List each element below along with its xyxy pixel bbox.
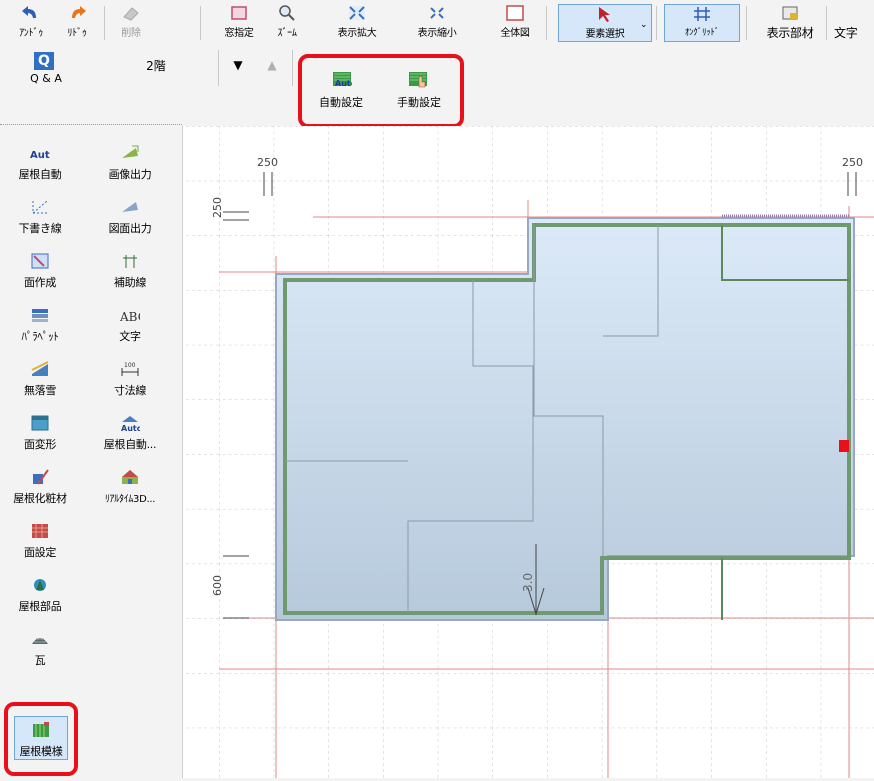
shrink-icon <box>426 4 448 22</box>
sidebar-item-drawing-output[interactable]: 図面出力 <box>90 192 170 242</box>
no-snow-icon <box>30 360 50 378</box>
main-toolbar: ｱﾝﾄﾞｩ ﾘﾄﾞｩ 削除 窓指定 ｽﾞｰﾑ 表示拡大 表示縮小 全体図 要素選… <box>0 0 874 44</box>
dimension-label-left-bottom: 600 <box>211 575 224 596</box>
zoom-button[interactable]: ｽﾞｰﾑ <box>264 4 310 42</box>
sidebar-item-face-setting[interactable]: 面設定 <box>0 516 80 566</box>
arrow-cursor-icon <box>594 5 616 23</box>
separator <box>218 50 219 86</box>
zoom-in-button[interactable]: 表示拡大 <box>334 4 380 42</box>
house-3d-icon <box>120 468 140 486</box>
sidebar-item-tile[interactable]: 瓦 <box>0 624 80 674</box>
tile-icon <box>30 630 50 648</box>
undo-button[interactable]: ｱﾝﾄﾞｩ <box>8 4 54 42</box>
draft-line-icon <box>30 198 50 216</box>
parapet-icon <box>30 306 50 324</box>
display-members-icon <box>779 4 801 22</box>
full-view-button[interactable]: 全体図 <box>492 4 538 42</box>
sidebar-item-face-deform[interactable]: 面変形 <box>0 408 80 458</box>
expand-icon <box>346 4 368 22</box>
highlight-box <box>4 702 78 776</box>
sidebar-item-roof-trim[interactable]: 屋根化粧材 <box>0 462 80 512</box>
sidebar-item-realtime-3d[interactable]: ﾘｱﾙﾀｲﾑ3D... <box>90 462 170 512</box>
abc-text-icon: ABC <box>119 306 147 324</box>
separator <box>826 6 827 40</box>
sidebar-item-image-output[interactable]: 画像出力 <box>90 138 170 188</box>
aux-line-icon <box>120 252 140 270</box>
full-view-icon <box>504 4 526 22</box>
drawing-output-icon <box>120 198 140 216</box>
sidebar-item-draft-line[interactable]: 下書き線 <box>0 192 80 242</box>
redo-icon <box>66 4 88 22</box>
face-create-icon <box>30 252 50 270</box>
text-icon <box>843 4 865 22</box>
eraser-icon <box>120 4 142 22</box>
magnifier-icon <box>276 4 298 22</box>
roof-parts-icon <box>30 576 50 594</box>
face-setting-icon <box>30 522 50 540</box>
grid-icon <box>691 5 713 23</box>
element-select-dropdown-icon[interactable]: ⌄ <box>640 20 648 30</box>
svg-text:100: 100 <box>124 362 136 369</box>
separator <box>292 50 293 86</box>
svg-text:ABC: ABC <box>120 310 140 324</box>
roof-auto-house-icon: Auto <box>120 414 143 433</box>
highlight-box <box>298 54 464 128</box>
dimension-line-icon: 100 <box>120 360 140 378</box>
element-select-button[interactable]: 要素選択 <box>558 4 652 42</box>
sidebar-item-text[interactable]: ABC 文字 <box>90 300 170 350</box>
sidebar-item-roof-auto[interactable]: Auto 屋根自動 <box>0 138 80 188</box>
qa-button[interactable]: Q Q & A <box>14 48 78 90</box>
roof-auto-icon: Auto <box>30 144 57 162</box>
dimension-label-top-right: 250 <box>842 156 863 169</box>
window-select-icon <box>228 4 250 22</box>
text-button[interactable]: 文字 <box>834 4 874 42</box>
sidebar-item-face-create[interactable]: 面作成 <box>0 246 80 296</box>
delete-button[interactable]: 削除 <box>108 4 154 42</box>
separator <box>200 6 201 40</box>
separator <box>104 6 105 40</box>
dimension-label-left-top: 250 <box>211 197 224 218</box>
separator <box>746 6 747 40</box>
floor-up-icon[interactable]: ▲ <box>262 58 282 74</box>
sidebar-item-roof-parts[interactable]: 屋根部品 <box>0 570 80 620</box>
divider <box>0 124 182 125</box>
drawing-canvas[interactable]: 250 250 250 600 3.0 <box>183 126 874 778</box>
sidebar-item-no-snow[interactable]: 無落雪 <box>0 354 80 404</box>
sidebar-item-parapet[interactable]: ﾊﾟﾗﾍﾟｯﾄ <box>0 300 80 350</box>
image-output-icon <box>120 144 140 162</box>
sidebar-item-dimension-line[interactable]: 100 寸法線 <box>90 354 170 404</box>
undo-icon <box>20 4 42 22</box>
svg-text:Auto: Auto <box>121 424 140 432</box>
roof-trim-icon <box>30 468 50 486</box>
zoom-out-button[interactable]: 表示縮小 <box>414 4 460 42</box>
window-select-button[interactable]: 窓指定 <box>216 4 262 42</box>
face-deform-icon <box>30 414 50 432</box>
selection-marker <box>839 440 849 452</box>
separator <box>656 6 657 40</box>
sidebar-item-aux-line[interactable]: 補助線 <box>90 246 170 296</box>
dimension-label-top-left: 250 <box>257 156 278 169</box>
floor-down-icon[interactable]: ▼ <box>228 58 248 74</box>
display-members-button[interactable]: 表示部材 <box>760 4 820 42</box>
svg-text:Auto: Auto <box>30 150 50 161</box>
slope-label: 3.0 <box>521 572 535 592</box>
roof-tool-panel: Auto 屋根自動 画像出力 下書き線 図面出力 面作成 補助線 ﾊﾟﾗﾍﾟｯﾄ… <box>0 126 183 778</box>
separator <box>546 6 547 40</box>
redo-button[interactable]: ﾘﾄﾞｩ <box>54 4 100 42</box>
sidebar-item-roof-auto-2[interactable]: Auto 屋根自動... <box>90 408 170 458</box>
roof-plan-drawing <box>183 126 874 778</box>
qa-icon: Q <box>34 52 54 70</box>
floor-label: 2階 <box>146 59 166 73</box>
on-grid-button[interactable]: ｵﾝｸﾞﾘｯﾄﾞ <box>664 4 740 42</box>
